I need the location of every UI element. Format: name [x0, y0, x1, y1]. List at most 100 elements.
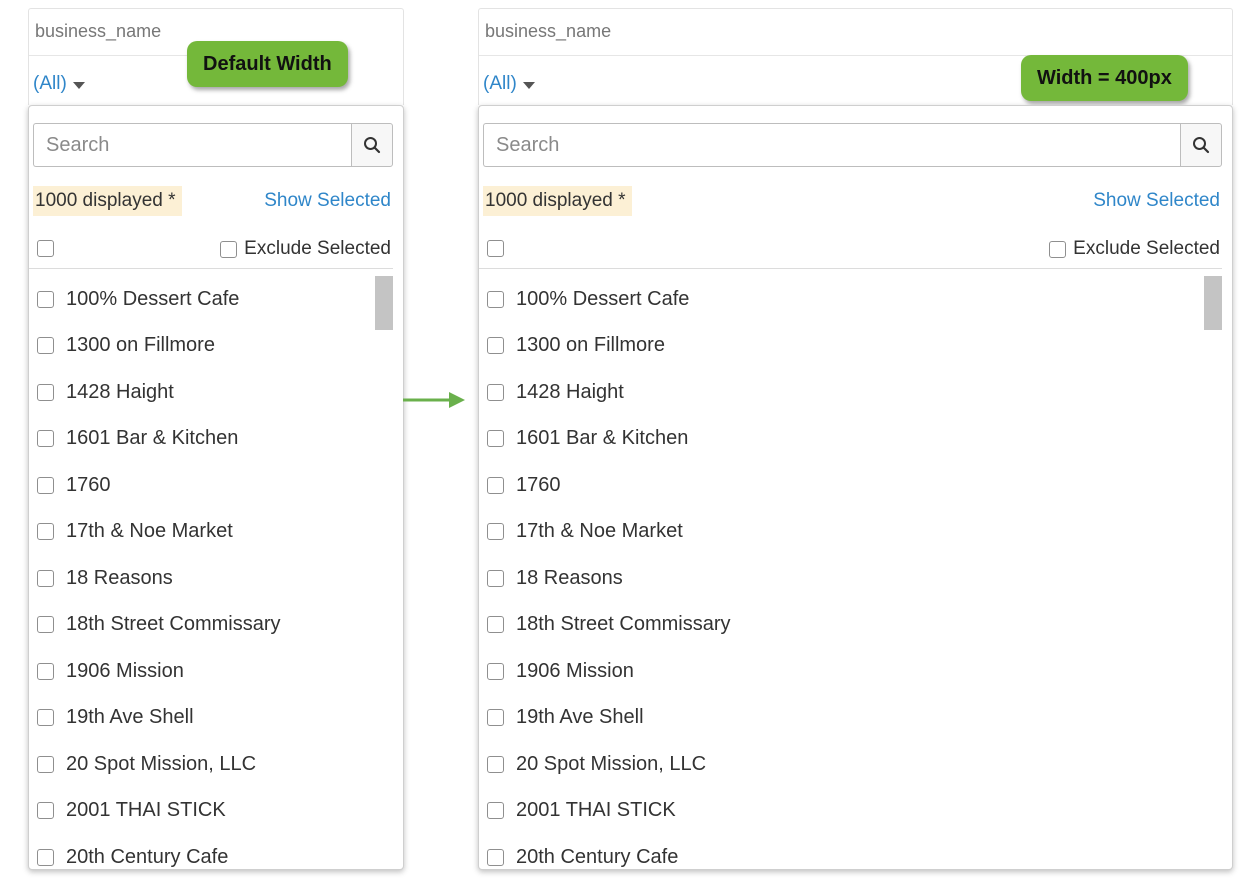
list-item[interactable]: 17th & Noe Market: [37, 509, 367, 556]
list-item[interactable]: 19th Ave Shell: [487, 695, 1196, 742]
list-item[interactable]: 1760: [487, 462, 1196, 509]
exclude-selected-option[interactable]: Exclude Selected: [1049, 236, 1220, 262]
item-checkbox[interactable]: [487, 476, 504, 494]
show-selected-link[interactable]: Show Selected: [1093, 186, 1220, 216]
item-checkbox[interactable]: [37, 523, 54, 541]
list-item[interactable]: 20 Spot Mission, LLC: [487, 741, 1196, 788]
selection-controls: Exclude Selected: [487, 236, 1220, 262]
item-checkbox[interactable]: [37, 383, 54, 401]
select-all-checkbox[interactable]: [487, 240, 504, 257]
item-checkbox[interactable]: [37, 430, 54, 448]
filter-dropdown-toggle[interactable]: (All): [33, 73, 85, 95]
item-checkbox[interactable]: [487, 383, 504, 401]
list-item[interactable]: 2001 THAI STICK: [487, 788, 1196, 835]
item-checkbox[interactable]: [37, 755, 54, 773]
filter-field-name: business_name: [35, 21, 162, 41]
item-checkbox[interactable]: [37, 569, 54, 587]
item-checkbox[interactable]: [487, 755, 504, 773]
exclude-selected-option[interactable]: Exclude Selected: [220, 236, 391, 262]
item-checkbox[interactable]: [487, 662, 504, 680]
item-label: 100% Dessert Cafe: [66, 287, 240, 310]
list-item[interactable]: 18 Reasons: [37, 555, 367, 602]
list-item[interactable]: 20th Century Cafe: [487, 834, 1196, 869]
item-checkbox[interactable]: [37, 662, 54, 680]
callout-label: Default Width: [187, 41, 348, 87]
list-item[interactable]: 1428 Haight: [37, 369, 367, 416]
item-label: 2001 THAI STICK: [516, 799, 676, 822]
search-button[interactable]: [351, 123, 393, 167]
search-icon: [1193, 137, 1210, 154]
item-checkbox[interactable]: [37, 848, 54, 866]
item-checkbox[interactable]: [37, 290, 54, 308]
list-item[interactable]: 1601 Bar & Kitchen: [487, 416, 1196, 463]
item-checkbox[interactable]: [487, 616, 504, 634]
item-checkbox[interactable]: [487, 848, 504, 866]
list-item[interactable]: 1300 on Fillmore: [487, 323, 1196, 370]
item-checkbox[interactable]: [487, 802, 504, 820]
item-label: 17th & Noe Market: [516, 520, 683, 543]
item-checkbox[interactable]: [37, 802, 54, 820]
list-item[interactable]: 1906 Mission: [487, 648, 1196, 695]
search-button[interactable]: [1180, 123, 1222, 167]
list-item[interactable]: 1428 Haight: [487, 369, 1196, 416]
search-input[interactable]: [33, 123, 351, 167]
exclude-selected-label: Exclude Selected: [244, 238, 391, 259]
filter-panel: 1000 displayed * Show Selected Exclude S…: [478, 105, 1233, 870]
list-item[interactable]: 18th Street Commissary: [487, 602, 1196, 649]
item-checkbox[interactable]: [37, 476, 54, 494]
item-label: 18th Street Commissary: [66, 613, 281, 636]
list-item[interactable]: 100% Dessert Cafe: [37, 276, 367, 323]
select-all-checkbox[interactable]: [37, 240, 54, 257]
status-row: 1000 displayed * Show Selected: [33, 186, 391, 216]
list-item[interactable]: 1300 on Fillmore: [37, 323, 367, 370]
item-label: 18th Street Commissary: [516, 613, 731, 636]
list-item[interactable]: 20 Spot Mission, LLC: [37, 741, 367, 788]
item-checkbox[interactable]: [37, 709, 54, 727]
selection-controls: Exclude Selected: [37, 236, 391, 262]
filter-panel: 1000 displayed * Show Selected Exclude S…: [28, 105, 404, 870]
arrow-right-icon: [403, 392, 465, 408]
item-label: 1601 Bar & Kitchen: [66, 427, 239, 450]
filter-value: (All): [483, 73, 517, 94]
list-item[interactable]: 1760: [37, 462, 367, 509]
item-checkbox[interactable]: [487, 523, 504, 541]
list-item[interactable]: 2001 THAI STICK: [37, 788, 367, 835]
exclude-selected-checkbox[interactable]: [220, 240, 238, 258]
list-item[interactable]: 20th Century Cafe: [37, 834, 367, 869]
displayed-count: 1000 displayed *: [483, 186, 632, 216]
list-item[interactable]: 17th & Noe Market: [487, 509, 1196, 556]
list-item[interactable]: 18th Street Commissary: [37, 602, 367, 649]
list-item[interactable]: 19th Ave Shell: [37, 695, 367, 742]
item-label: 1601 Bar & Kitchen: [516, 427, 689, 450]
item-checkbox[interactable]: [37, 616, 54, 634]
item-label: 20th Century Cafe: [66, 845, 229, 868]
item-label: 1300 on Fillmore: [516, 334, 665, 357]
exclude-selected-checkbox[interactable]: [1049, 240, 1067, 258]
status-row: 1000 displayed * Show Selected: [483, 186, 1220, 216]
item-label: 20 Spot Mission, LLC: [516, 752, 707, 775]
item-checkbox[interactable]: [487, 709, 504, 727]
item-label: 19th Ave Shell: [66, 706, 194, 729]
list-divider: [479, 268, 1222, 269]
list-item[interactable]: 18 Reasons: [487, 555, 1196, 602]
list-item[interactable]: 100% Dessert Cafe: [487, 276, 1196, 323]
item-label: 20 Spot Mission, LLC: [66, 752, 257, 775]
list-divider: [29, 268, 393, 269]
filter-field-name: business_name: [485, 21, 612, 41]
search-input[interactable]: [483, 123, 1180, 167]
list-item[interactable]: 1601 Bar & Kitchen: [37, 416, 367, 463]
filter-dropdown-toggle[interactable]: (All): [483, 73, 535, 95]
item-label: 1906 Mission: [516, 659, 634, 682]
item-checkbox[interactable]: [487, 290, 504, 308]
item-label: 1428 Haight: [66, 380, 174, 403]
scrollbar-thumb[interactable]: [1204, 276, 1222, 330]
show-selected-link[interactable]: Show Selected: [264, 186, 391, 216]
item-checkbox[interactable]: [487, 569, 504, 587]
item-checkbox[interactable]: [37, 337, 54, 355]
filter-400px-width: business_name (All) Width = 400px 1000 d…: [478, 8, 1233, 870]
scrollbar-thumb[interactable]: [375, 276, 393, 330]
caret-down-icon: [522, 82, 535, 89]
item-checkbox[interactable]: [487, 337, 504, 355]
list-item[interactable]: 1906 Mission: [37, 648, 367, 695]
item-checkbox[interactable]: [487, 430, 504, 448]
